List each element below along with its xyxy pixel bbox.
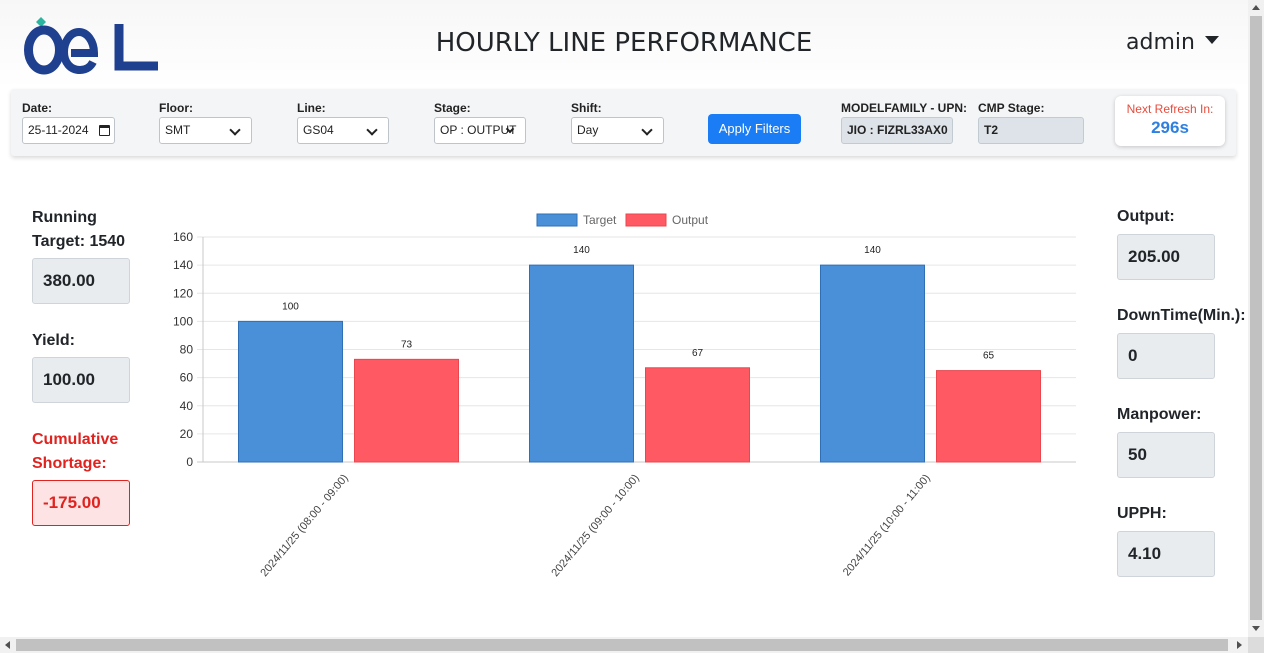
chart-legend: Target Output — [536, 213, 709, 227]
horizontal-scroll-thumb[interactable] — [16, 639, 1228, 651]
user-menu[interactable]: admin — [1126, 30, 1219, 55]
scroll-right-icon[interactable] — [1237, 641, 1242, 649]
floor-value: SMT — [165, 123, 191, 137]
scrollbar-corner — [1248, 637, 1264, 653]
downtime-value: 0 — [1117, 333, 1215, 379]
stage-label: Stage: — [434, 101, 471, 115]
y-tick-label: 0 — [186, 455, 193, 469]
header: HOURLY LINE PERFORMANCE admin — [0, 0, 1248, 88]
data-label: 73 — [401, 339, 413, 350]
cumulative-shortage-label-line1: Cumulative — [32, 431, 119, 448]
floor-select[interactable]: SMT — [159, 117, 252, 144]
upph-label: UPPH: — [1117, 505, 1167, 522]
modelfamily-label: MODELFAMILY - UPN: — [841, 101, 968, 115]
refresh-countdown: Next Refresh In: 296s — [1115, 96, 1225, 146]
line-select[interactable]: GS04 — [297, 117, 389, 144]
shift-value: Day — [577, 123, 599, 137]
cmp-stage-label: CMP Stage: — [978, 101, 1045, 115]
modelfamily-field: JIO : FIZRL33AX0 — [841, 117, 953, 144]
scroll-down-icon[interactable] — [1252, 626, 1260, 631]
y-tick-label: 160 — [173, 230, 193, 244]
stage-select[interactable]: OP : OUTPUT — [434, 117, 526, 144]
calendar-icon — [99, 125, 110, 136]
data-label: 100 — [282, 301, 299, 312]
legend-swatch-output — [625, 213, 667, 227]
bar-output — [936, 370, 1041, 463]
refresh-label: Next Refresh In: — [1126, 102, 1214, 116]
user-name: admin — [1126, 30, 1195, 55]
y-tick-label: 120 — [173, 286, 193, 300]
y-tick-label: 40 — [180, 399, 194, 413]
running-target-label: Running Target: 1540 — [32, 206, 125, 254]
date-value: 25-11-2024 — [28, 123, 89, 137]
bar-output — [354, 358, 459, 463]
manpower-label: Manpower: — [1117, 406, 1202, 423]
y-tick-label: 100 — [173, 314, 193, 328]
chevron-down-icon — [229, 124, 241, 136]
y-tick-label: 140 — [173, 258, 193, 272]
cumulative-shortage-label-line2: Shortage: — [32, 455, 107, 472]
downtime-label: DownTime(Min.): — [1117, 307, 1246, 324]
horizontal-scrollbar[interactable] — [0, 637, 1248, 653]
caret-down-icon — [1204, 36, 1219, 44]
manpower-value: 50 — [1117, 432, 1215, 478]
chevron-down-icon — [641, 124, 653, 136]
cumulative-shortage-label: Cumulative Shortage: — [32, 428, 118, 476]
date-label: Date: — [22, 101, 53, 115]
yield-label: Yield: — [32, 332, 75, 349]
output-label: Output: — [1117, 208, 1175, 225]
yield-value: 100.00 — [32, 357, 130, 403]
bar-target — [238, 320, 343, 463]
bar-output — [645, 367, 750, 463]
page-title: HOURLY LINE PERFORMANCE — [435, 28, 813, 58]
line-label: Line: — [297, 101, 326, 115]
data-label: 67 — [692, 348, 704, 359]
cmp-stage-field: T2 — [978, 117, 1084, 144]
floor-label: Floor: — [159, 101, 193, 115]
hourly-bar-chart: Target Output 0 20 40 60 80 100 120 140 160 100 73 2… — [173, 213, 1076, 579]
shift-label: Shift: — [571, 101, 602, 115]
x-tick-label: 2024/11/25 (09:00 - 10:00) — [549, 472, 641, 579]
legend-swatch-target — [536, 213, 578, 227]
x-tick-label: 2024/11/25 (08:00 - 09:00) — [258, 472, 350, 579]
x-tick-label: 2024/11/25 (10:00 - 11:00) — [841, 472, 933, 578]
legend-label-target: Target — [583, 213, 617, 227]
refresh-value: 296s — [1151, 118, 1189, 137]
scroll-up-icon[interactable] — [1252, 5, 1260, 10]
filter-bar: Date: 25-11-2024 Floor: SMT Line: GS04 S… — [11, 89, 1236, 156]
data-label: 65 — [983, 351, 995, 362]
date-input[interactable]: 25-11-2024 — [22, 117, 115, 144]
chart-bars — [238, 264, 1041, 463]
stage-value: OP : OUTPUT — [440, 123, 517, 137]
data-label: 140 — [864, 245, 881, 256]
modelfamily-value: JIO : FIZRL33AX0 — [847, 123, 948, 137]
cumulative-shortage-value: -175.00 — [32, 480, 130, 526]
upph-value: 4.10 — [1117, 531, 1215, 577]
vertical-scrollbar[interactable] — [1248, 0, 1264, 637]
output-value: 205.00 — [1117, 234, 1215, 280]
y-tick-label: 20 — [180, 427, 194, 441]
chevron-down-icon — [366, 124, 378, 136]
bar-target — [820, 264, 925, 463]
y-tick-label: 60 — [180, 371, 194, 385]
cmp-stage-value: T2 — [984, 123, 999, 137]
bar-target — [529, 264, 634, 463]
running-target-label-line1: Running — [32, 209, 97, 226]
apply-filters-button[interactable]: Apply Filters — [708, 114, 801, 144]
running-target-value: 380.00 — [32, 258, 130, 304]
running-target-label-line2: Target: 1540 — [32, 233, 126, 250]
vertical-scroll-thumb[interactable] — [1250, 16, 1262, 620]
data-label: 140 — [573, 245, 590, 256]
shift-select[interactable]: Day — [571, 117, 664, 144]
scroll-left-icon[interactable] — [5, 641, 10, 649]
y-tick-label: 80 — [180, 343, 194, 357]
line-value: GS04 — [303, 123, 334, 137]
legend-label-output: Output — [672, 213, 709, 227]
